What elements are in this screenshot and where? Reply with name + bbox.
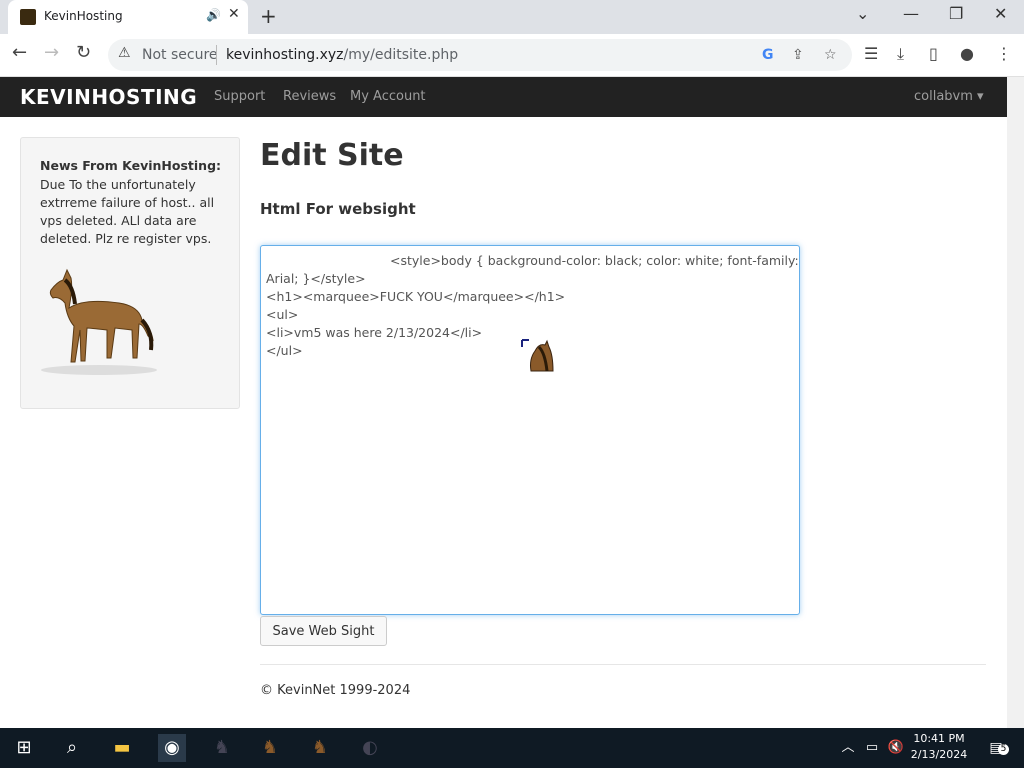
back-icon[interactable]: ← xyxy=(12,42,27,63)
menu-icon[interactable]: ⋮ xyxy=(996,44,1012,63)
horse-app-icon-2[interactable]: ♞ xyxy=(306,734,334,762)
download-icon[interactable]: ⤓ xyxy=(897,44,904,64)
close-tab-icon[interactable]: ✕ xyxy=(228,6,240,22)
page-scrollbar[interactable] xyxy=(1007,77,1024,728)
windows-taskbar: ⊞ ⌕ ▬ ◉ ♞ ♞ ♞ ◐ ︿ ▭ 🔇 10:41 PM 2/13/2024… xyxy=(0,728,1024,768)
google-lens-icon[interactable]: G xyxy=(762,47,774,63)
url-path: /my/editsite.php xyxy=(343,47,459,63)
warning-icon[interactable]: ⚠ xyxy=(118,45,131,61)
file-explorer-icon[interactable]: ▬ xyxy=(108,734,136,762)
notification-count: 5 xyxy=(998,744,1009,755)
site-navbar: KEVINHOSTING Support Reviews My Account … xyxy=(0,77,1007,117)
site-brand[interactable]: KEVINHOSTING xyxy=(20,85,197,109)
site-favicon-icon xyxy=(20,9,36,25)
news-sidebar: News From KevinHosting: Due To the unfor… xyxy=(20,137,240,409)
horse-cursor-icon xyxy=(521,339,554,372)
browser-tab[interactable]: KevinHosting 🔊 ✕ xyxy=(8,0,248,34)
horse-image xyxy=(41,268,157,375)
minimize-icon[interactable]: — xyxy=(903,4,919,23)
editor-line: <h1><marquee>FUCK YOU</marquee></h1> xyxy=(266,289,566,304)
editor-line: Arial; }</style> xyxy=(266,271,366,286)
windows-start-icon[interactable]: ⊞ xyxy=(10,734,38,762)
nav-support[interactable]: Support xyxy=(214,89,265,104)
search-icon[interactable]: ⌕ xyxy=(58,734,86,762)
taskbar-app-icon[interactable]: ♞ xyxy=(208,734,236,762)
restore-icon[interactable]: ❐ xyxy=(949,4,963,23)
nav-my-account[interactable]: My Account xyxy=(350,89,426,104)
address-separator xyxy=(216,45,217,65)
news-body: Due To the unfortunately extrreme failur… xyxy=(40,177,215,246)
html-editor-textarea[interactable]: <style>body { background-color: black; c… xyxy=(260,245,800,615)
browser-tab-bar: KevinHosting 🔊 ✕ + ⌄ — ❐ ✕ xyxy=(0,0,1024,34)
new-tab-icon[interactable]: + xyxy=(260,4,277,28)
notifications-icon[interactable]: ▤ 5 xyxy=(982,734,1010,762)
url-text[interactable]: kevinhosting.xyz/my/editsite.php xyxy=(226,47,458,63)
clock-date: 2/13/2024 xyxy=(910,748,968,761)
nav-reviews[interactable]: Reviews xyxy=(283,89,336,104)
audio-playing-icon[interactable]: 🔊 xyxy=(206,8,221,22)
editor-line: <ul> xyxy=(266,307,299,322)
horse-app-icon[interactable]: ♞ xyxy=(256,734,284,762)
page-title: Edit Site xyxy=(260,138,404,173)
clock-time: 10:41 PM xyxy=(913,732,965,745)
url-domain: kevinhosting.xyz xyxy=(226,47,344,63)
close-window-icon[interactable]: ✕ xyxy=(994,4,1007,23)
footer-divider xyxy=(260,664,986,665)
chrome-icon[interactable]: ◉ xyxy=(158,734,186,762)
news-title: News From KevinHosting: xyxy=(40,158,222,173)
side-panel-icon[interactable]: ▯ xyxy=(929,44,938,63)
profile-icon[interactable]: ● xyxy=(960,44,974,63)
bookmark-star-icon[interactable]: ☆ xyxy=(824,47,837,63)
system-clock[interactable]: 10:41 PM 2/13/2024 xyxy=(902,731,976,763)
taskbar-app-icon-2[interactable]: ◐ xyxy=(356,734,384,762)
browser-toolbar: ← → ↻ ⚠ Not secure kevinhosting.xyz/my/e… xyxy=(0,34,1024,77)
forward-icon[interactable]: → xyxy=(44,42,59,63)
footer-copyright: © KevinNet 1999-2024 xyxy=(260,683,411,698)
security-label[interactable]: Not secure xyxy=(142,47,218,63)
reading-list-icon[interactable]: ☰ xyxy=(864,44,878,63)
reload-icon[interactable]: ↻ xyxy=(76,42,91,63)
address-bar[interactable]: ⚠ Not secure kevinhosting.xyz/my/editsit… xyxy=(108,39,852,71)
user-dropdown[interactable]: collabvm ▾ xyxy=(914,89,984,104)
save-website-button[interactable]: Save Web Sight xyxy=(260,616,387,646)
editor-line: <style>body { background-color: black; c… xyxy=(390,253,799,268)
tab-search-icon[interactable]: ⌄ xyxy=(856,4,869,23)
share-icon[interactable]: ⇪ xyxy=(792,47,804,63)
html-label: Html For websight xyxy=(260,200,416,218)
tab-title: KevinHosting xyxy=(44,9,123,23)
